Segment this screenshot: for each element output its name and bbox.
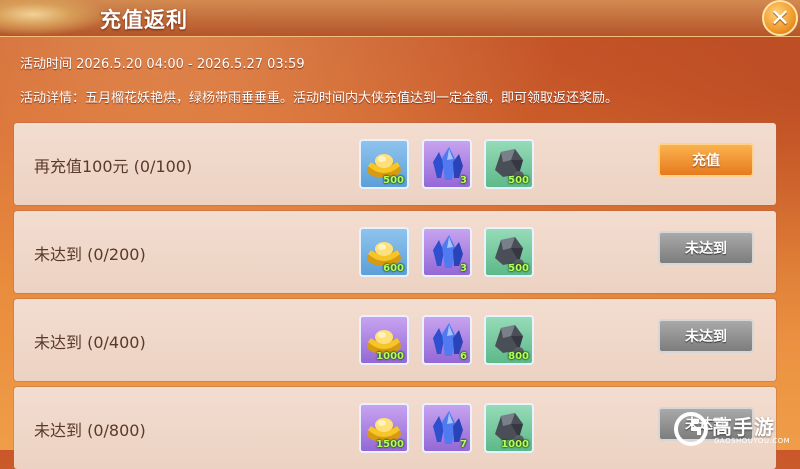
tier-label: 未达到 (0/400) <box>34 333 146 352</box>
event-details: 活动详情：五月榴花妖艳烘，绿杨带雨垂垂重。活动时间内大侠充值达到一定金额，即可领… <box>20 91 619 106</box>
reward-count: 500 <box>383 175 404 186</box>
watermark-url: GAOSHOUYOU.COM <box>714 437 791 445</box>
reward-count: 6 <box>460 351 467 362</box>
reward-count: 3 <box>460 263 467 274</box>
reward-item[interactable]: 500 <box>359 139 409 189</box>
gaoshouyou-logo-icon <box>674 412 708 446</box>
reward-count: 1500 <box>376 439 404 450</box>
reward-item[interactable]: 800 <box>484 315 534 365</box>
reward-item[interactable]: 500 <box>484 139 534 189</box>
reward-count: 500 <box>508 263 529 274</box>
title-ornament <box>0 0 110 36</box>
reward-tier-row: 未达到 (0/400) 1000 6 800 未达到 <box>14 299 776 381</box>
reward-item[interactable]: 3 <box>422 139 472 189</box>
reward-count: 1000 <box>501 439 529 450</box>
page-title: 充值返利 <box>100 8 188 32</box>
reward-item[interactable]: 3 <box>422 227 472 277</box>
not-reached-button[interactable]: 未达到 <box>658 319 754 353</box>
reward-item[interactable]: 6 <box>422 315 472 365</box>
close-button[interactable]: ✕ <box>762 0 798 36</box>
tier-label: 再充值100元 (0/100) <box>34 157 193 176</box>
recharge-button[interactable]: 充值 <box>658 143 754 177</box>
reward-item[interactable]: 600 <box>359 227 409 277</box>
tier-label: 未达到 (0/800) <box>34 421 146 440</box>
reward-item[interactable]: 1000 <box>359 315 409 365</box>
not-reached-button[interactable]: 未达到 <box>658 231 754 265</box>
reward-tier-row: 未达到 (0/200) 600 3 500 未达到 <box>14 211 776 293</box>
event-time: 活动时间 2026.5.20 04:00 - 2026.5.27 03:59 <box>20 57 305 72</box>
reward-count: 7 <box>460 439 467 450</box>
reward-item[interactable]: 1000 <box>484 403 534 453</box>
reward-count: 600 <box>383 263 404 274</box>
reward-tier-row: 未达到 (0/800) 1500 7 1000 未达到 <box>14 387 776 469</box>
reward-item[interactable]: 7 <box>422 403 472 453</box>
close-icon: ✕ <box>769 4 791 32</box>
reward-count: 800 <box>508 351 529 362</box>
reward-count: 1000 <box>376 351 404 362</box>
reward-item[interactable]: 500 <box>484 227 534 277</box>
watermark-name: 高手游 <box>712 415 775 439</box>
reward-tier-row: 再充值100元 (0/100) 500 3 500 充值 <box>14 123 776 205</box>
reward-item[interactable]: 1500 <box>359 403 409 453</box>
title-bar: 充值返利 ✕ <box>0 0 800 37</box>
reward-count: 3 <box>460 175 467 186</box>
reward-count: 500 <box>508 175 529 186</box>
tier-label: 未达到 (0/200) <box>34 245 146 264</box>
watermark: 高手游 GAOSHOUYOU.COM <box>672 410 800 450</box>
